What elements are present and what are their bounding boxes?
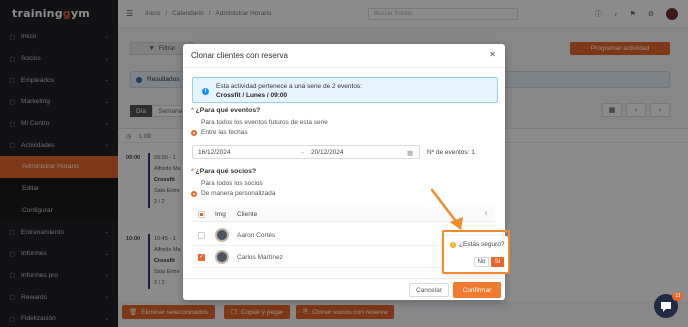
client-name: Carlos Martínez [237, 254, 283, 261]
required-mark: * [191, 107, 194, 114]
radio-dot-selected[interactable] [191, 129, 197, 136]
required-mark: * [191, 168, 194, 175]
radio-label: Para todos los eventos futuros de esta s… [201, 119, 328, 126]
info-circle-icon: i [202, 88, 209, 95]
modal-header: Clonar clientes con reserva ✕ [183, 44, 505, 68]
date-from[interactable]: 16/12/2024 [198, 149, 231, 156]
radio-label: Para todos los socios [201, 180, 263, 187]
confirm-button[interactable]: Confirmar [453, 282, 501, 298]
col-img: Img [215, 211, 226, 218]
select-all-checkbox[interactable] [198, 211, 205, 218]
info-series: Crossfit / Lunes / 09:00 [216, 92, 288, 99]
radio-label: Entre las fechas [201, 129, 248, 136]
col-client: Cliente [237, 211, 258, 218]
clients-table-header: Img Cliente ⇕ [192, 207, 495, 222]
events-count: Nº de eventos: 1 [427, 149, 475, 156]
radio-all-members[interactable]: Para todos los socios [191, 180, 263, 187]
cancel-button[interactable]: Cancelar [409, 283, 449, 297]
members-question: * ¿Para qué socios? [191, 168, 256, 175]
sort-icon[interactable]: ⇕ [484, 211, 488, 217]
chat-badge: 13 [672, 292, 683, 301]
avatar [215, 250, 229, 264]
close-icon[interactable]: ✕ [489, 50, 496, 59]
radio-future-events[interactable]: Para todos los eventos futuros de esta s… [191, 119, 328, 126]
modal-footer: Cancelar Confirmar [183, 278, 505, 300]
radio-label: De manera personalizada [201, 190, 276, 197]
events-question: * ¿Para qué eventos? [191, 107, 260, 114]
annotation-highlight [442, 230, 510, 274]
avatar [215, 228, 229, 242]
calendar-icon[interactable]: ▦ [407, 149, 413, 157]
row-checkbox[interactable] [198, 253, 205, 261]
modal-title: Clonar clientes con reserva [191, 51, 288, 60]
date-to[interactable]: 20/12/2024 [311, 149, 344, 156]
info-text: Esta actividad pertenece a una serie de … [216, 83, 362, 90]
radio-dot-selected[interactable] [191, 190, 197, 197]
members-question-text: ¿Para qué socios? [195, 168, 257, 175]
radio-between-dates[interactable]: Entre las fechas [191, 129, 248, 136]
radio-custom[interactable]: De manera personalizada [191, 190, 275, 197]
range-arrow-icon: → [299, 149, 306, 156]
date-range-picker[interactable]: 16/12/2024 → 20/12/2024 ▦ [192, 145, 420, 159]
events-question-text: ¿Para qué eventos? [195, 107, 261, 114]
client-name: Aaron Cortés [237, 232, 276, 239]
info-alert: i Esta actividad pertenece a una serie d… [192, 77, 498, 103]
row-checkbox[interactable] [198, 232, 205, 239]
